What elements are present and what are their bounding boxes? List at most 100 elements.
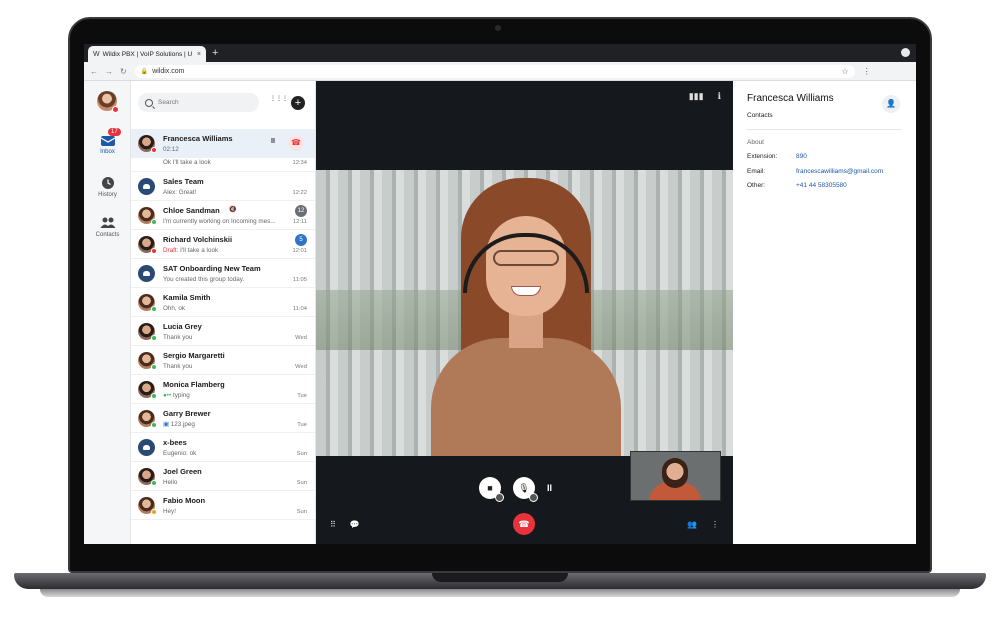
list-item[interactable]: Ok I'll take a look 12:34 <box>131 158 315 172</box>
list-item[interactable]: Joel Green Hello Sun <box>131 462 315 491</box>
signal-icon[interactable]: ▮▮▮ <box>689 91 704 102</box>
browser-toolbar: ← → ↻ 🔒 wildix.com ☆ ⋮ <box>84 62 916 81</box>
message-preview: Draft: I'll take a look <box>163 247 278 254</box>
avatar <box>138 468 157 486</box>
microphone-icon: 🎙 <box>518 483 530 493</box>
list-item[interactable]: Garry Brewer ▣ 123.jpeg Tue <box>131 404 315 433</box>
contact-name: Sales Team <box>163 177 204 186</box>
back-icon[interactable]: ← <box>90 67 98 76</box>
nav-inbox[interactable]: 17 Inbox <box>84 128 131 155</box>
draft-text: I'll take a look <box>180 247 219 254</box>
message-time: Sun <box>296 480 307 486</box>
search-placeholder: Search <box>158 99 179 106</box>
forward-icon[interactable]: → <box>105 67 113 76</box>
address-bar[interactable]: 🔒 wildix.com ☆ <box>134 64 855 78</box>
add-button[interactable]: + <box>291 96 305 110</box>
avatar <box>138 323 157 341</box>
dialpad-icon[interactable]: ⋮⋮⋮ <box>270 96 288 109</box>
divider <box>747 129 902 130</box>
new-tab-button[interactable]: + <box>212 46 218 60</box>
status-dot <box>151 422 157 428</box>
other-value[interactable]: +41 44 58305580 <box>796 182 847 189</box>
add-contact-icon[interactable]: 👤 <box>882 95 900 113</box>
inbox-badge: 17 <box>108 128 121 136</box>
tab-close-icon[interactable]: × <box>197 51 201 58</box>
attachment-icon: ▣ <box>163 421 169 428</box>
contact-name: x-bees <box>163 438 187 447</box>
message-time: 11:04 <box>292 306 307 312</box>
nav-history-label: History <box>98 192 117 198</box>
list-item[interactable]: Fabio Moon Hey! Sun <box>131 491 315 520</box>
browser-menu-icon[interactable]: ⋮ <box>863 67 871 76</box>
avatar <box>138 410 157 428</box>
microphone-button[interactable]: 🎙 <box>513 477 538 502</box>
list-item[interactable]: Francesca Williams 02:12 II ☎ <box>131 129 315 158</box>
list-item[interactable]: x-bees Eugenio: ok Sun <box>131 433 315 462</box>
group-icon <box>138 265 155 282</box>
list-item[interactable]: Monica Flamberg ●•• typing Tue <box>131 375 315 404</box>
status-dot <box>151 480 157 486</box>
contact-name: SAT Onboarding New Team <box>163 264 261 273</box>
add-participant-icon[interactable]: 👥 <box>687 520 697 529</box>
message-preview: Hello <box>163 479 178 486</box>
list-item[interactable]: Sergio Margaretti Thank you Wed <box>131 346 315 375</box>
camera-button[interactable]: ■ <box>479 477 504 502</box>
status-dot <box>151 393 157 399</box>
end-call-button[interactable]: ☎ <box>513 513 535 535</box>
caller-video-figure <box>431 178 621 456</box>
avatar <box>138 352 157 370</box>
message-preview: Eugenio: ok <box>163 450 197 457</box>
avatar <box>138 207 157 225</box>
search-input[interactable]: Search <box>138 93 259 112</box>
mic-options-icon[interactable] <box>529 493 538 502</box>
reload-icon[interactable]: ↻ <box>120 67 127 76</box>
list-item[interactable]: Chloe Sandman 🔇 I'm currently working on… <box>131 201 315 230</box>
nav-contacts[interactable]: Contacts <box>84 216 131 238</box>
list-item[interactable]: Lucia Grey Thank you Wed <box>131 317 315 346</box>
tab-title: Wildix PBX | VoIP Solutions | U <box>102 50 193 58</box>
nav-history[interactable]: History <box>84 176 131 198</box>
list-item[interactable]: Sales Team Alex: Great! 12:22 <box>131 172 315 201</box>
email-value[interactable]: francescawilliams@gmail.com <box>796 168 883 175</box>
list-item[interactable]: Richard Volchinskii Draft: I'll take a l… <box>131 230 315 259</box>
chat-icon[interactable]: 💬 <box>350 520 360 529</box>
self-view-video[interactable] <box>630 451 721 501</box>
contact-name: Lucia Grey <box>163 322 202 331</box>
message-preview: ●•• typing <box>163 392 278 399</box>
group-icon <box>138 178 155 195</box>
muted-icon: 🔇 <box>229 207 237 213</box>
typing-text: typing <box>172 392 190 399</box>
dialpad-icon[interactable]: ⠿ <box>330 520 336 529</box>
draft-label: Draft: <box>163 247 179 254</box>
about-heading: About <box>747 139 764 146</box>
contact-name: Joel Green <box>163 467 202 476</box>
contact-name: Richard Volchinskii <box>163 235 233 244</box>
bookmark-star-icon[interactable]: ☆ <box>842 67 849 76</box>
user-status-dot <box>112 106 119 113</box>
hold-button[interactable]: II <box>547 483 552 493</box>
contact-name-heading: Francesca Williams <box>747 93 834 104</box>
camera-options-icon[interactable] <box>495 493 504 502</box>
conversation-list: Search ⋮⋮⋮ + Francesca Williams 02:12 II… <box>131 81 316 544</box>
clock-icon <box>101 177 114 189</box>
message-time: 12:22 <box>292 190 307 196</box>
user-avatar[interactable] <box>97 91 119 113</box>
window-control-icon[interactable] <box>901 48 910 57</box>
lock-icon: 🔒 <box>140 68 149 75</box>
other-row: Other: +41 44 58305580 <box>747 182 847 189</box>
list-item[interactable]: SAT Onboarding New Team You created this… <box>131 259 315 288</box>
info-icon[interactable]: ℹ <box>718 91 721 102</box>
contact-name: Garry Brewer <box>163 409 211 418</box>
nav-contacts-label: Contacts <box>95 232 120 238</box>
contacts-icon <box>100 217 115 228</box>
pause-icon[interactable]: II <box>271 138 275 145</box>
search-icon <box>145 98 153 107</box>
message-time: Tue <box>297 393 307 399</box>
browser-tab[interactable]: W Wildix PBX | VoIP Solutions | U × <box>88 46 206 62</box>
more-options-icon[interactable]: ⋮ <box>711 520 719 529</box>
hangup-button[interactable]: ☎ <box>288 135 304 151</box>
extension-value[interactable]: 890 <box>796 153 807 160</box>
video-call-panel: ▮▮▮ ℹ ■ 🎙 II ☎ ⠿ 💬 👥 ⋮ <box>316 81 733 544</box>
avatar <box>138 294 157 312</box>
list-item[interactable]: Kamila Smith Ohh, ok 11:04 <box>131 288 315 317</box>
